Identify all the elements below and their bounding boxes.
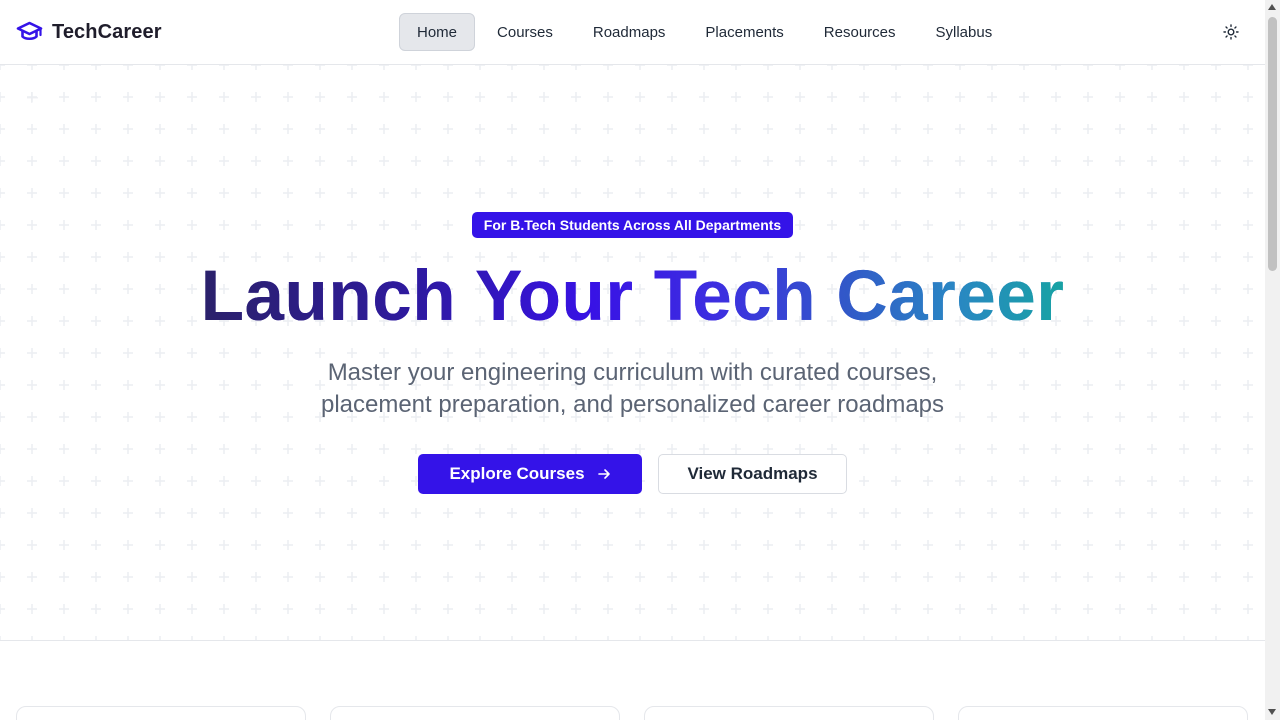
brand-logo-link[interactable]: TechCareer: [16, 18, 162, 46]
nav-item-roadmaps[interactable]: Roadmaps: [575, 13, 684, 51]
feature-card[interactable]: [16, 706, 306, 720]
scroll-down-arrow-icon[interactable]: [1268, 709, 1276, 715]
top-navbar: TechCareer Home Courses Roadmaps Placeme…: [0, 0, 1265, 65]
page-scrollbar[interactable]: [1265, 0, 1280, 720]
hero-section: For B.Tech Students Across All Departmen…: [0, 65, 1265, 641]
brand-name: TechCareer: [52, 20, 162, 43]
audience-badge: For B.Tech Students Across All Departmen…: [472, 212, 793, 238]
scroll-up-arrow-icon[interactable]: [1268, 4, 1276, 10]
graduation-cap-icon: [16, 21, 43, 43]
hero-subtitle-line-1: Master your engineering curriculum with …: [327, 359, 938, 386]
feature-card[interactable]: [644, 706, 934, 720]
feature-card[interactable]: [958, 706, 1248, 720]
sun-icon: [1223, 24, 1239, 40]
main-nav: Home Courses Roadmaps Placements Resourc…: [399, 13, 1014, 51]
hero-cta-row: Explore Courses View Roadmaps: [418, 454, 847, 494]
theme-toggle-button[interactable]: [1219, 20, 1243, 44]
view-roadmaps-button[interactable]: View Roadmaps: [658, 454, 847, 494]
explore-courses-label: Explore Courses: [449, 464, 585, 483]
nav-item-resources[interactable]: Resources: [806, 13, 914, 51]
explore-courses-button[interactable]: Explore Courses: [418, 454, 642, 494]
scrollbar-thumb[interactable]: [1268, 17, 1277, 271]
nav-item-syllabus[interactable]: Syllabus: [918, 13, 1011, 51]
feature-cards-row: [16, 706, 1249, 720]
hero-subtitle: Master your engineering curriculum with …: [0, 357, 1265, 421]
hero-headline-text: Launch Your Tech Career: [201, 255, 1065, 339]
arrow-right-icon: [597, 467, 611, 481]
feature-card[interactable]: [330, 706, 620, 720]
nav-item-home[interactable]: Home: [399, 13, 476, 51]
plus-pattern-background: [0, 65, 1265, 640]
hero-headline: Launch Your Tech Career: [0, 255, 1265, 339]
nav-item-placements[interactable]: Placements: [687, 13, 801, 51]
hero-subtitle-line-2: placement preparation, and personalized …: [320, 391, 945, 418]
nav-item-courses[interactable]: Courses: [479, 13, 571, 51]
